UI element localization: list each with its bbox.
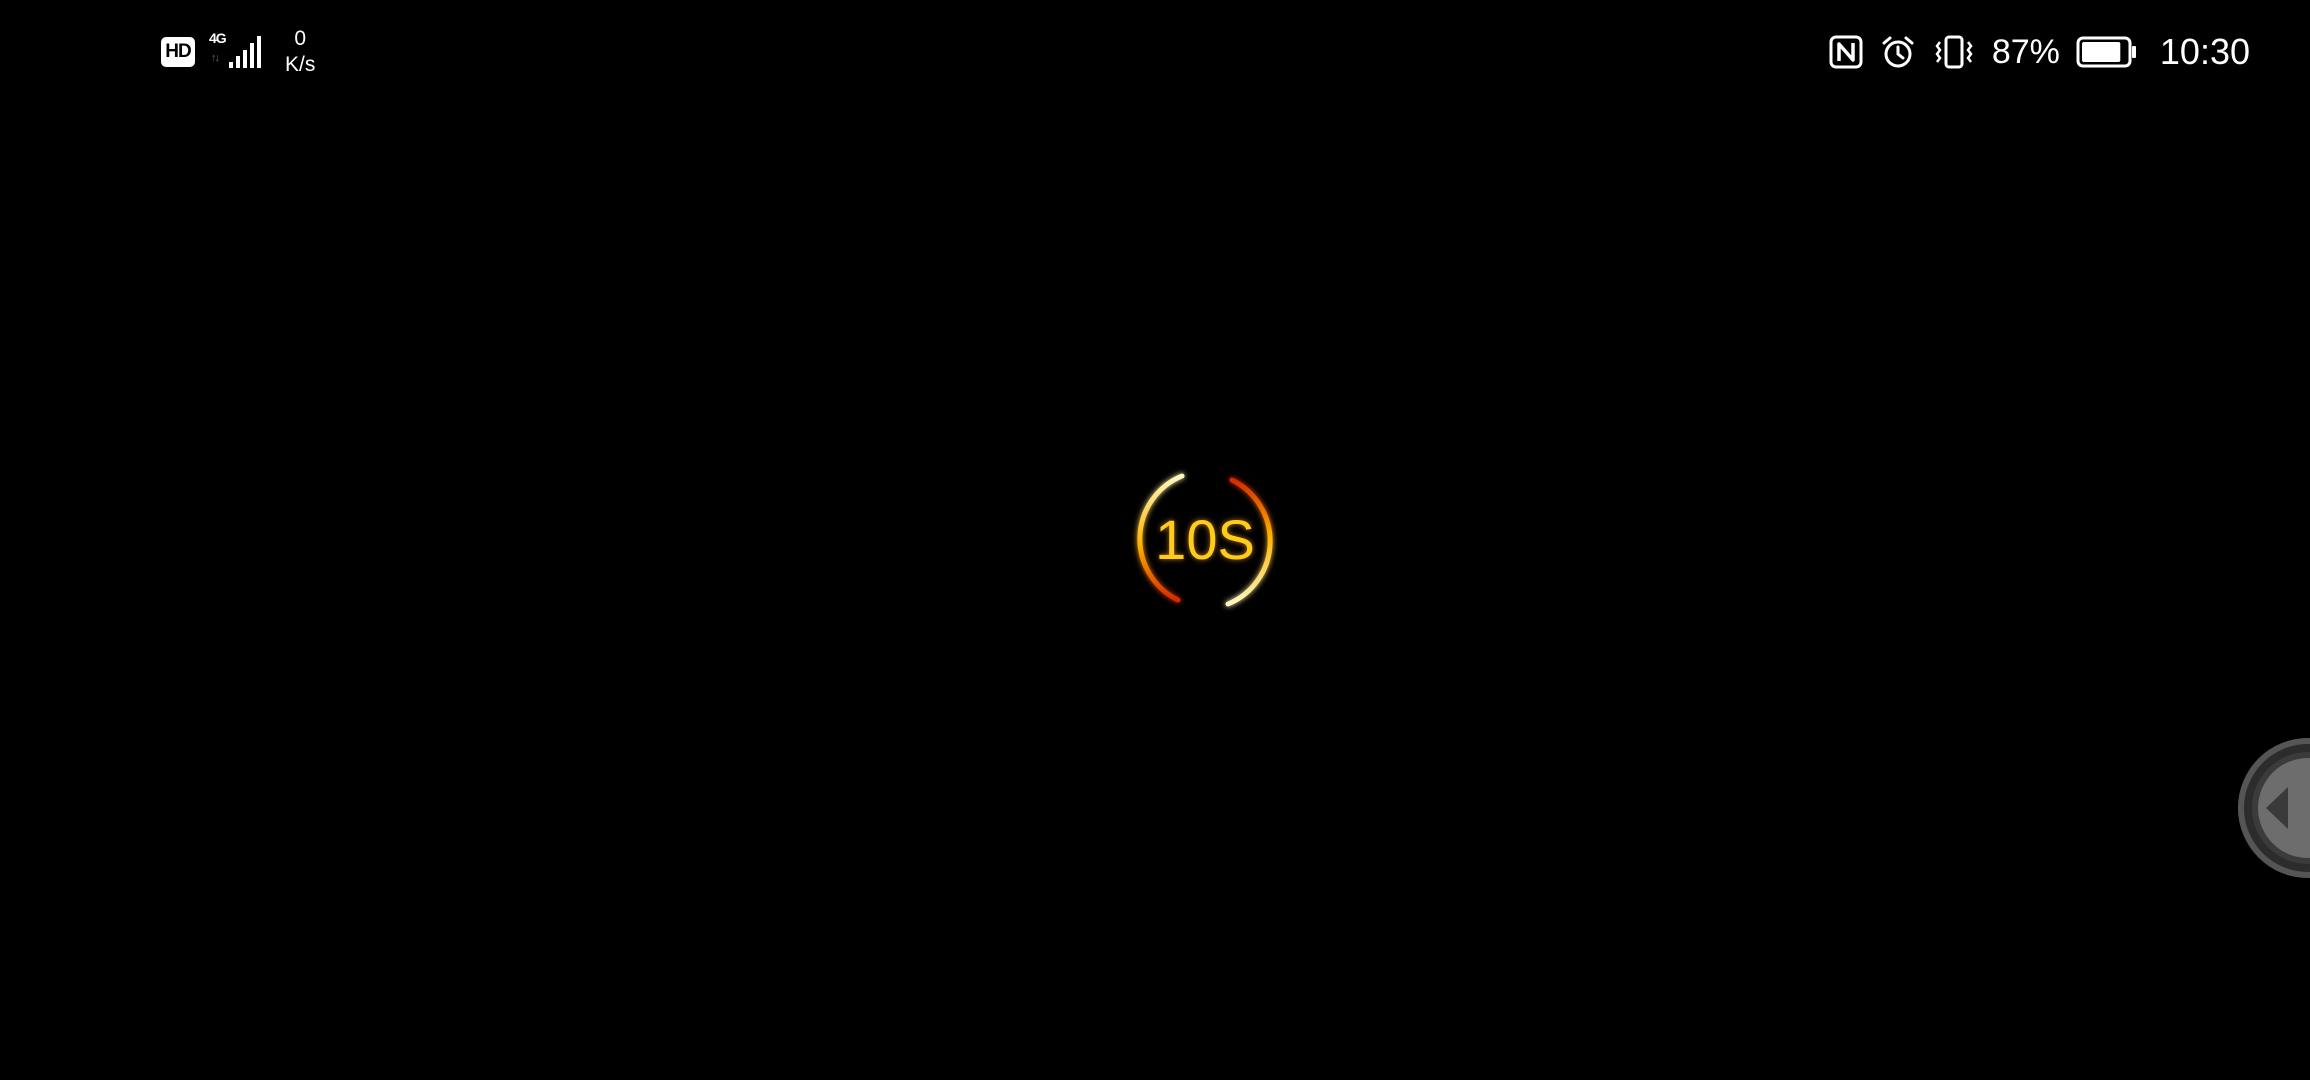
signal-bars-icon — [229, 36, 261, 68]
battery-icon — [2076, 36, 2136, 68]
status-clock: 10:30 — [2159, 31, 2250, 72]
countdown-label: 10S — [1155, 508, 1255, 571]
floating-back-button[interactable] — [2238, 738, 2310, 878]
status-bar-left: HD 4G ↑↓ 0 K/s — [161, 22, 315, 82]
battery-percent: 87% — [1991, 32, 2060, 71]
network-speed-value: 0 — [294, 27, 307, 50]
network-speed: 0 K/s — [285, 26, 315, 78]
nfc-icon — [1829, 35, 1863, 69]
alarm-icon — [1882, 36, 1914, 68]
arrow-left-icon — [2266, 787, 2288, 829]
network-speed-unit: K/s — [285, 53, 316, 76]
hd-voice-badge: HD — [161, 37, 195, 67]
status-bar-right: 87% 10:30 — [1828, 22, 2250, 82]
countdown-timer: 10S — [1130, 465, 1280, 615]
vibrate-icon — [1935, 35, 1973, 69]
cellular-signal-icon: 4G ↑↓ — [209, 30, 265, 72]
screen: HD 4G ↑↓ 0 K/s 87% 10:30 10S — [0, 0, 2310, 1080]
